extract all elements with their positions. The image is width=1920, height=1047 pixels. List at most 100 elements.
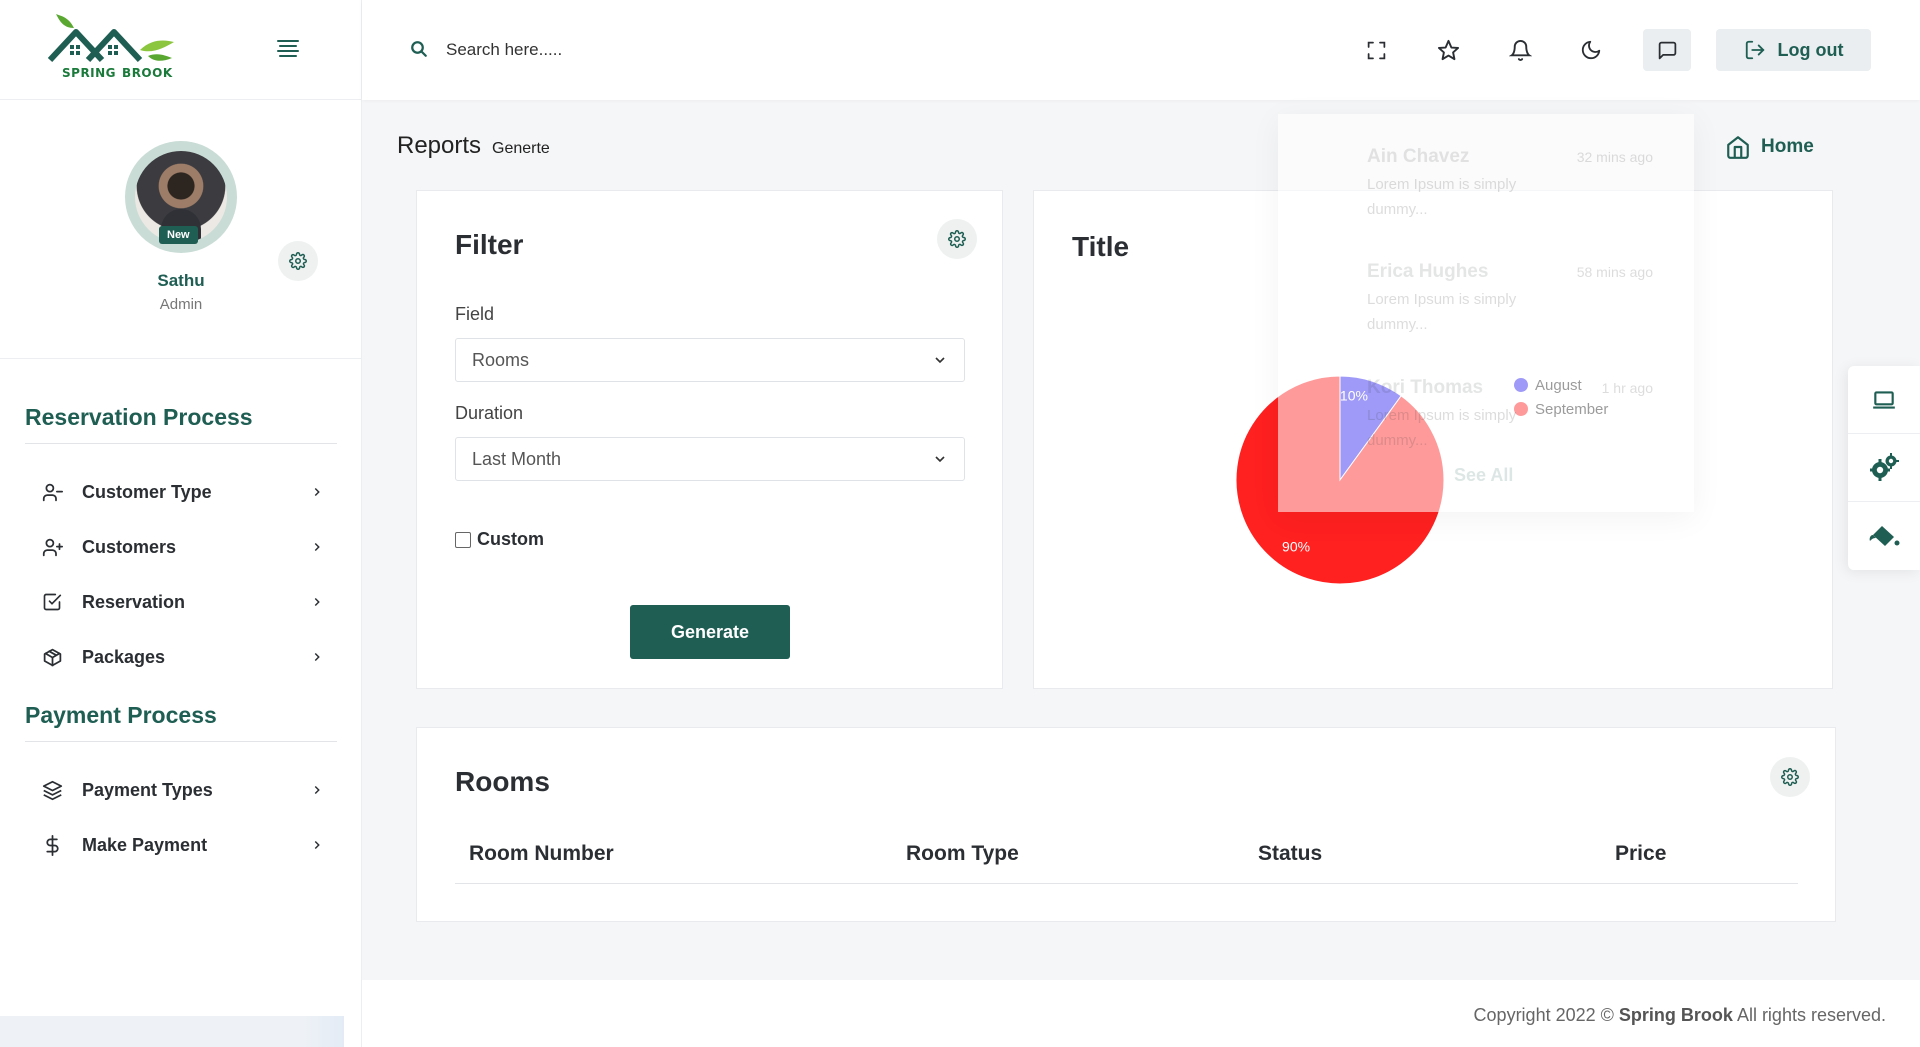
section-title-payment: Payment Process <box>25 702 217 728</box>
sidebar-item-label: Packages <box>82 646 166 667</box>
column-header-price[interactable]: Price <box>1615 842 1666 866</box>
copyright-suffix: All rights reserved. <box>1736 1005 1886 1025</box>
top-header: Log out <box>362 0 1920 100</box>
dollar-icon <box>40 833 64 857</box>
chevron-right-icon <box>309 782 325 798</box>
legend-label: August <box>1535 376 1582 394</box>
sidebar-item-label: Payment Types <box>82 779 213 800</box>
new-badge: New <box>159 226 198 244</box>
moon-icon[interactable] <box>1575 34 1607 66</box>
laptop-icon <box>1873 390 1895 409</box>
sidebar-item-packages[interactable]: Packages <box>40 637 325 677</box>
section-divider <box>25 443 337 444</box>
logout-button[interactable]: Log out <box>1716 29 1871 71</box>
custom-checkbox[interactable] <box>455 531 471 548</box>
sidebar-item-payment-types[interactable]: Payment Types <box>40 770 325 810</box>
pie-slice-label: 10% <box>1340 388 1368 404</box>
legend-swatch <box>1514 402 1528 416</box>
chart-title: Title <box>1072 231 1130 262</box>
chevron-right-icon <box>309 484 325 500</box>
home-link[interactable]: Home <box>1725 134 1814 160</box>
page-subtitle: Generte <box>492 140 550 157</box>
copyright-prefix: Copyright 2022 © <box>1473 1005 1614 1025</box>
duration-select[interactable]: Last Month <box>455 437 965 481</box>
layers-icon <box>40 778 64 802</box>
sidebar-item-customers[interactable]: Customers <box>40 527 325 567</box>
pie-slice-september[interactable] <box>1235 375 1445 585</box>
logo-word-1: SPRING <box>62 66 117 80</box>
paint-bucket-icon <box>1869 526 1900 546</box>
copyright-brand[interactable]: Spring Brook <box>1619 1005 1733 1025</box>
check-square-icon <box>40 590 64 614</box>
filter-settings-button[interactable] <box>937 219 977 259</box>
search-input[interactable] <box>446 34 766 66</box>
sidebar-item-label: Customer Type <box>82 481 212 502</box>
generate-button[interactable]: Generate <box>630 605 790 659</box>
sidebar-item-label: Make Payment <box>82 834 208 855</box>
legend-item-september[interactable]: September <box>1514 397 1608 421</box>
sidebar-item-label: Reservation <box>82 591 186 612</box>
rooms-title: Rooms <box>455 766 550 797</box>
floating-toolbar <box>1848 366 1920 570</box>
pie-chart: 10% 90% <box>1235 375 1445 585</box>
fullscreen-icon[interactable] <box>1360 34 1392 66</box>
sidebar-scroll-strip <box>0 1016 344 1047</box>
chevron-down-icon <box>935 456 945 463</box>
copyright-text: Copyright 2022 © Spring Brook All rights… <box>1474 1005 1886 1026</box>
custom-checkbox-row[interactable]: Custom <box>455 529 544 550</box>
user-plus-icon <box>40 535 64 559</box>
custom-label: Custom <box>477 529 544 549</box>
chart-card: Title 10% 90% August September <box>1033 190 1833 689</box>
filter-card: Filter Field Rooms Duration Last Month C… <box>416 190 1003 689</box>
rooms-settings-button[interactable] <box>1770 757 1810 797</box>
logout-label: Log out <box>1777 39 1844 60</box>
star-icon[interactable] <box>1432 34 1464 66</box>
sidebar-item-reservation[interactable]: Reservation <box>40 582 325 622</box>
sidebar-item-make-payment[interactable]: Make Payment <box>40 825 325 865</box>
filter-title: Filter <box>455 229 524 260</box>
chevron-right-icon <box>309 594 325 610</box>
column-header-room-type[interactable]: Room Type <box>906 842 1019 866</box>
section-divider <box>25 741 337 742</box>
sidebar-item-label: Customers <box>82 536 177 557</box>
chevron-right-icon <box>309 539 325 555</box>
section-title-reservation: Reservation Process <box>25 404 253 430</box>
gear-icon <box>1781 768 1799 786</box>
bell-icon[interactable] <box>1504 34 1536 66</box>
chevron-right-icon <box>309 837 325 853</box>
menu-toggle-icon[interactable] <box>277 40 299 58</box>
logo-word-2: BROOK <box>122 66 173 80</box>
column-header-room-number[interactable]: Room Number <box>469 842 614 866</box>
sidebar: SPRING BROOK New Sathu Admin Reservation … <box>0 0 362 1047</box>
duration-label: Duration <box>455 403 524 423</box>
profile-panel: New Sathu Admin <box>0 100 361 359</box>
chat-button[interactable] <box>1643 29 1691 71</box>
spring-brook-logo[interactable]: SPRING BROOK <box>47 12 182 84</box>
message-square-icon <box>1658 41 1676 59</box>
page-title: Reports <box>397 132 482 159</box>
chevron-down-icon <box>935 357 945 364</box>
column-header-status[interactable]: Status <box>1258 842 1322 866</box>
user-minus-icon <box>40 480 64 504</box>
chevron-right-icon <box>309 649 325 665</box>
gears-icon <box>1870 452 1899 481</box>
gear-icon <box>289 252 307 270</box>
search-icon[interactable] <box>410 40 428 63</box>
paint-bucket-button[interactable] <box>1848 502 1920 570</box>
logo-area: SPRING BROOK <box>0 0 361 100</box>
field-select[interactable]: Rooms <box>455 338 965 382</box>
footer: Copyright 2022 © Spring Brook All rights… <box>362 980 1920 1047</box>
legend-label: September <box>1535 400 1609 418</box>
field-select-value: Rooms <box>472 349 530 370</box>
logo-text: SPRING BROOK <box>62 66 173 80</box>
laptop-button[interactable] <box>1848 366 1920 434</box>
home-icon <box>1727 136 1749 159</box>
pie-slice-label: 90% <box>1282 538 1310 554</box>
gear-icon <box>948 230 966 248</box>
profile-name: Sathu <box>157 271 205 290</box>
home-label: Home <box>1761 136 1814 157</box>
sidebar-item-customer-type[interactable]: Customer Type <box>40 472 325 512</box>
settings-gears-button[interactable] <box>1848 434 1920 502</box>
legend-item-august[interactable]: August <box>1514 373 1608 397</box>
duration-select-value: Last Month <box>472 448 562 469</box>
